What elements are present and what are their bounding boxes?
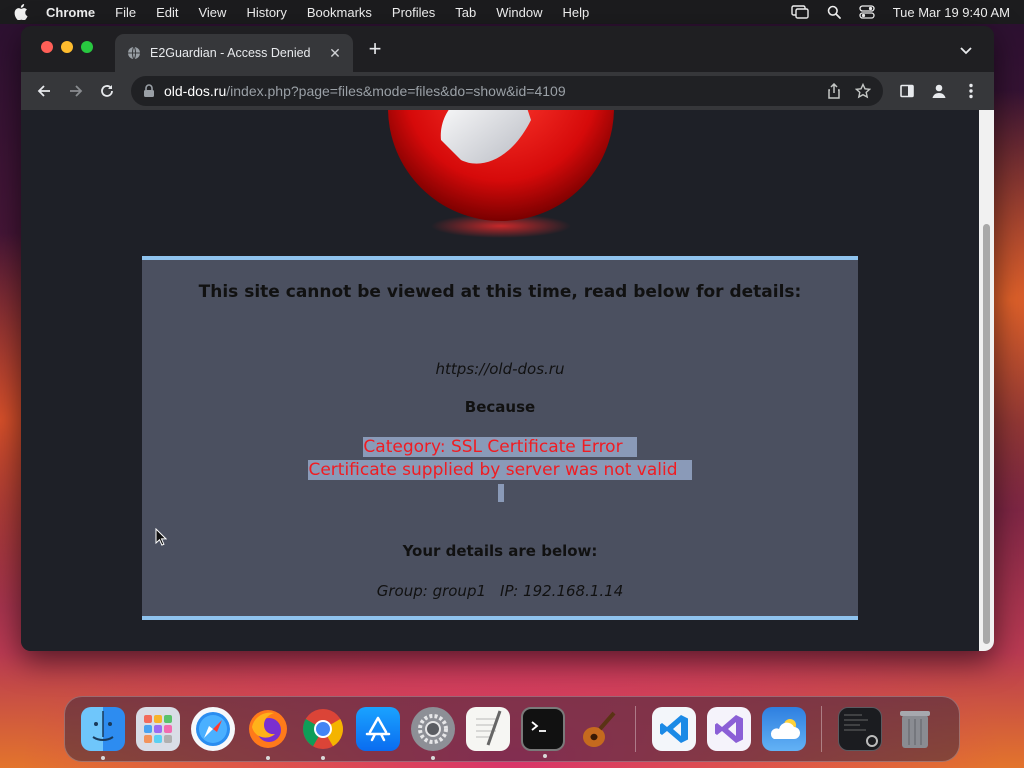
window-minimize-button[interactable] (61, 41, 73, 53)
tab-title: E2Guardian - Access Denied (150, 46, 311, 60)
app-store-icon (365, 716, 390, 742)
gear-icon (417, 714, 448, 744)
reason-detail: Certificate supplied by server was not v… (308, 460, 692, 480)
menubar-clock[interactable]: Tue Mar 19 9:40 AM (893, 5, 1010, 20)
dock-garageband[interactable] (576, 707, 620, 751)
stop-hand-icon (388, 110, 614, 238)
textedit-icon (475, 710, 501, 746)
arrow-left-icon (37, 85, 50, 97)
back-button[interactable] (29, 76, 59, 106)
tab-active[interactable]: E2Guardian - Access Denied ✕ (115, 34, 353, 72)
address-bar[interactable]: old-dos.ru/index.php?page=files&mode=fil… (131, 76, 883, 106)
side-panel-icon (900, 84, 914, 98)
kebab-menu-icon (969, 83, 973, 99)
trash-icon (899, 711, 930, 748)
reload-icon (101, 85, 113, 97)
dock-visual-studio[interactable] (706, 707, 751, 751)
url-path: /index.php?page=files&mode=files&do=show… (226, 83, 566, 99)
tab-strip: E2Guardian - Access Denied ✕ + (21, 26, 994, 72)
dock-app-store[interactable] (355, 707, 400, 751)
scrollbar-thumb[interactable] (983, 224, 990, 644)
dock-divider (821, 706, 822, 752)
safari-compass-icon (195, 712, 230, 746)
dock-divider (635, 706, 636, 752)
site-info-icon[interactable] (143, 84, 155, 98)
globe-icon (128, 46, 140, 60)
apple-menu-icon[interactable] (14, 4, 28, 20)
terminal-prompt-icon (530, 721, 546, 732)
cloud-icon (770, 719, 800, 739)
bookmark-star-icon[interactable] (855, 83, 871, 99)
selection-caret (498, 484, 504, 502)
dock-vscode[interactable] (651, 707, 696, 751)
share-icon[interactable] (827, 83, 841, 99)
window-zoom-button[interactable] (81, 41, 93, 53)
chrome-menu-button[interactable] (956, 76, 986, 106)
forward-button[interactable] (61, 76, 91, 106)
dock-trash[interactable] (893, 707, 937, 751)
user-details: Group: group1 IP: 192.168.1.14 (142, 582, 858, 600)
menu-chrome[interactable]: Chrome (46, 5, 95, 20)
menu-help[interactable]: Help (563, 5, 590, 20)
reason-category: Category: SSL Certificate Error (363, 437, 637, 457)
window-thumbnail-icon (843, 714, 878, 747)
browser-toolbar: old-dos.ru/index.php?page=files&mode=fil… (21, 72, 994, 110)
dock-safari[interactable] (190, 707, 235, 751)
launchpad-grid-icon (143, 715, 172, 743)
menu-profiles[interactable]: Profiles (392, 5, 435, 20)
profile-icon (932, 84, 946, 98)
chevron-down-icon[interactable] (958, 42, 974, 58)
vscode-icon (659, 715, 688, 743)
screen-mirroring-icon[interactable] (790, 5, 809, 19)
block-message-panel: This site cannot be viewed at this time,… (142, 256, 858, 620)
menu-file[interactable]: File (115, 5, 136, 20)
menu-window[interactable]: Window (496, 5, 542, 20)
dock-recent-window[interactable] (837, 707, 882, 751)
visual-studio-icon (714, 715, 743, 743)
dock-finder[interactable] (80, 707, 125, 760)
macos-menubar: Chrome File Edit View History Bookmarks … (0, 0, 1024, 24)
block-headline: This site cannot be viewed at this time,… (198, 282, 802, 302)
tab-close-icon[interactable]: ✕ (327, 45, 343, 61)
dock-textedit[interactable] (465, 707, 510, 751)
window-controls (41, 41, 93, 53)
side-panel-button[interactable] (892, 76, 922, 106)
control-center-icon[interactable] (859, 5, 875, 19)
arrow-right-icon (70, 85, 83, 97)
dock-launchpad[interactable] (135, 707, 180, 751)
dock-terminal[interactable] (520, 707, 565, 758)
macos-dock (64, 696, 960, 762)
menu-history[interactable]: History (246, 5, 286, 20)
url-host: old-dos.ru (164, 83, 227, 99)
group-value: Group: group1 (376, 582, 487, 600)
chrome-icon (302, 709, 343, 749)
menu-bookmarks[interactable]: Bookmarks (307, 5, 372, 20)
profile-button[interactable] (924, 76, 954, 106)
reload-button[interactable] (92, 76, 122, 106)
dock-chrome[interactable] (301, 707, 345, 760)
menu-view[interactable]: View (198, 5, 226, 20)
chrome-window: E2Guardian - Access Denied ✕ + old-dos.r… (21, 26, 994, 651)
menu-tab[interactable]: Tab (455, 5, 476, 20)
dock-system-settings[interactable] (410, 707, 455, 760)
finder-icon (91, 711, 114, 741)
menu-edit[interactable]: Edit (156, 5, 178, 20)
because-label: Because (464, 398, 536, 416)
guitar-icon (582, 711, 616, 747)
dock-firefox[interactable] (246, 707, 290, 760)
window-close-button[interactable] (41, 41, 53, 53)
blocked-url: https://old-dos.ru (435, 360, 565, 378)
firefox-icon (248, 710, 287, 748)
mouse-pointer-icon (155, 528, 167, 546)
new-tab-button[interactable]: + (365, 38, 385, 60)
spotlight-search-icon[interactable] (827, 5, 841, 19)
page-viewport: This site cannot be viewed at this time,… (21, 110, 979, 651)
details-heading: Your details are below: (402, 542, 598, 560)
ip-value: IP: 192.168.1.14 (500, 582, 624, 600)
dock-weather[interactable] (761, 707, 806, 751)
page-scrollbar[interactable] (979, 110, 994, 651)
block-reason: Category: SSL Certificate Error Certific… (142, 436, 858, 482)
